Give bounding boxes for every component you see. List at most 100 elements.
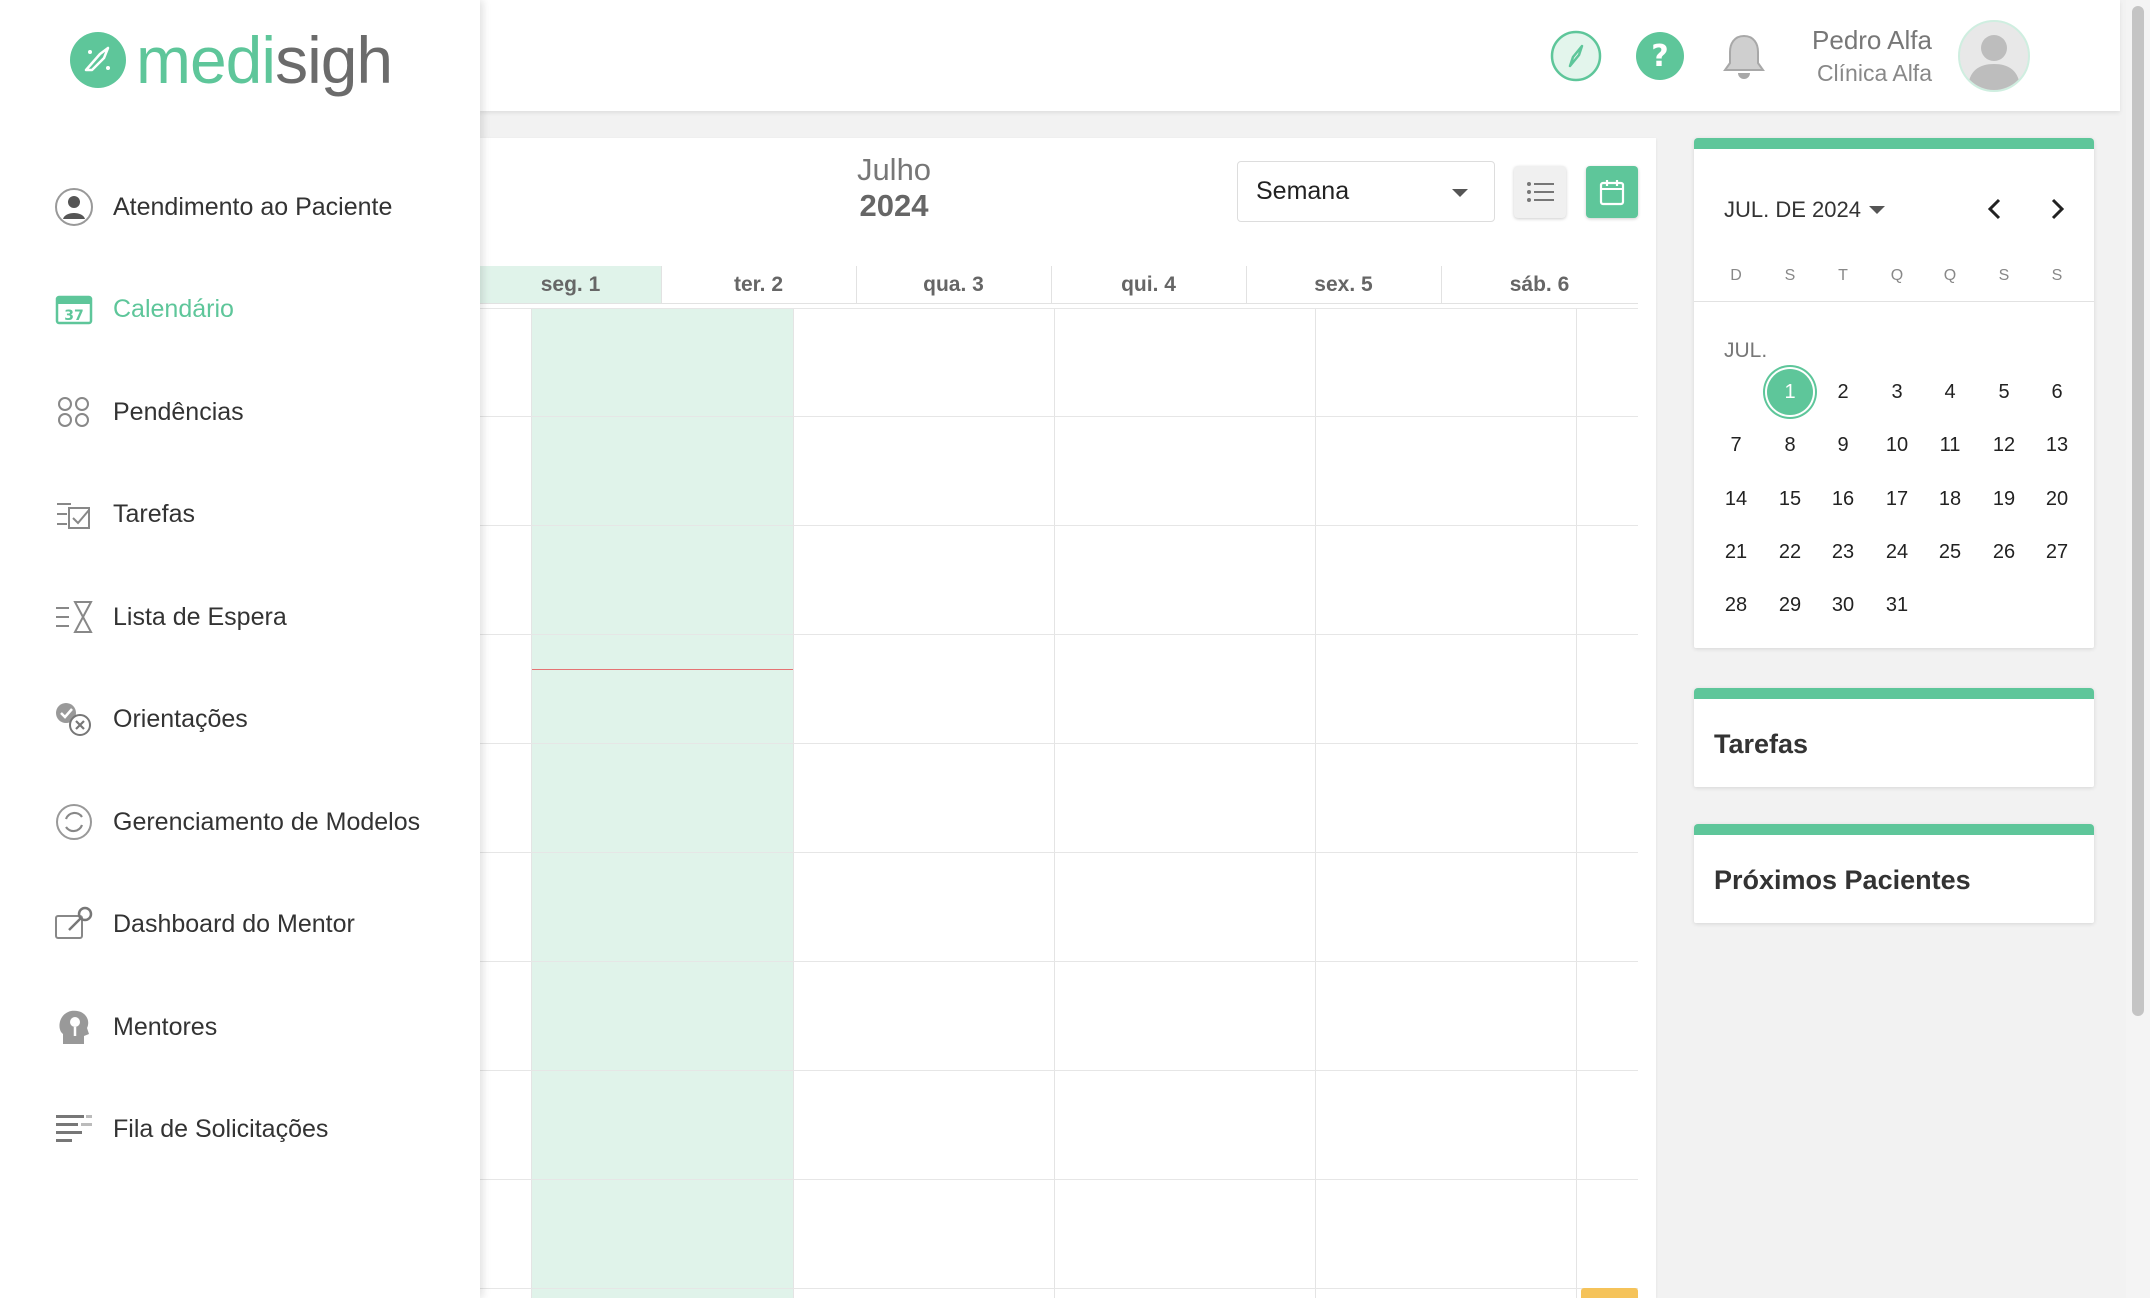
mini-calendar-day[interactable]: 20 xyxy=(2034,476,2080,522)
sidebar-item-calendar[interactable]: 37 Calendário xyxy=(0,259,480,362)
page-scrollbar[interactable] xyxy=(2126,0,2150,1298)
sidebar-item-refresh-doc[interactable]: Gerenciamento de Modelos xyxy=(0,771,480,874)
mini-calendar-day[interactable]: 13 xyxy=(2034,422,2080,468)
mini-calendar-day[interactable]: 14 xyxy=(1713,476,1759,522)
mini-calendar-month-select[interactable]: JUL. DE 2024 xyxy=(1724,197,1885,223)
divider xyxy=(1441,266,1442,304)
mini-calendar-day[interactable]: 12 xyxy=(1981,422,2027,468)
mini-calendar-day[interactable]: 22 xyxy=(1767,529,1813,575)
check-x-icon xyxy=(52,698,96,742)
avatar[interactable] xyxy=(1958,19,2030,92)
mini-calendar-day[interactable]: 30 xyxy=(1820,582,1866,628)
next-patients-panel-title: Próximos Pacientes xyxy=(1714,865,1971,895)
day-header[interactable]: ter. 2 xyxy=(661,266,856,304)
previous-month-button[interactable] xyxy=(1974,189,2014,229)
mini-calendar-day[interactable]: 8 xyxy=(1767,422,1813,468)
sidebar-item-check-x[interactable]: Orientações xyxy=(0,669,480,772)
sidebar-item-key-dashboard[interactable]: Dashboard do Mentor xyxy=(0,874,480,977)
svg-text:?: ? xyxy=(1651,39,1668,74)
mini-calendar-day[interactable]: 6 xyxy=(2034,369,2080,415)
mini-calendar-day[interactable]: 17 xyxy=(1874,476,1920,522)
day-header[interactable]: qui. 4 xyxy=(1051,266,1246,304)
sidebar-item-queue-list[interactable]: Fila de Solicitações xyxy=(0,1079,480,1182)
mini-calendar-day[interactable]: 29 xyxy=(1767,582,1813,628)
mini-calendar-day[interactable]: 27 xyxy=(2034,529,2080,575)
user-info[interactable]: Pedro Alfa Clínica Alfa xyxy=(1812,23,1932,89)
mini-calendar-day[interactable]: 11 xyxy=(1927,422,1973,468)
sidebar-item-hourglass-list[interactable]: Lista de Espera xyxy=(0,566,480,669)
tasks-panel: Tarefas xyxy=(1694,688,2094,787)
sidebar-item-mentor-head[interactable]: Mentores xyxy=(0,976,480,1079)
mini-calendar-title: JUL. DE 2024 xyxy=(1724,197,1861,222)
day-header[interactable]: qua. 3 xyxy=(856,266,1051,304)
mini-calendar-day[interactable]: 26 xyxy=(1981,529,2027,575)
sidebar-item-label: Calendário xyxy=(113,295,234,324)
weekday-label: S xyxy=(1784,267,1796,284)
grid-hour-line xyxy=(480,852,1638,853)
sidebar-item-label: Mentores xyxy=(113,1012,218,1041)
mini-calendar-day[interactable]: 16 xyxy=(1820,476,1866,522)
patient-care-icon xyxy=(52,185,96,229)
today-column xyxy=(531,308,793,1298)
next-month-button[interactable] xyxy=(2038,189,2078,229)
mini-calendar-day[interactable]: 19 xyxy=(1981,476,2027,522)
mini-calendar-day[interactable]: 23 xyxy=(1820,529,1866,575)
list-view-button[interactable] xyxy=(1514,166,1566,218)
logo-text: medisigh xyxy=(136,23,393,97)
key-dashboard-icon xyxy=(52,903,96,947)
scrollbar-thumb[interactable] xyxy=(2132,6,2144,1016)
mini-calendar-day[interactable]: 25 xyxy=(1927,529,1973,575)
divider xyxy=(1694,301,2094,302)
mini-calendar-day[interactable]: 9 xyxy=(1820,422,1866,468)
grid-hour-line xyxy=(480,525,1638,526)
divider xyxy=(1246,266,1247,304)
sidebar-item-label: Dashboard do Mentor xyxy=(113,910,355,939)
mini-calendar-day[interactable]: 2 xyxy=(1820,369,1866,415)
calendar-view-button[interactable] xyxy=(1586,166,1638,218)
grid-hour-line xyxy=(480,961,1638,962)
sidebar-item-label: Lista de Espera xyxy=(113,602,287,631)
sidebar-item-patient-care[interactable]: Atendimento ao Paciente xyxy=(0,156,480,259)
week-calendar: Julho 2024 Semana seg. 1 ter. 2 qua. 3 qui.… xyxy=(480,138,1656,1298)
mini-calendar-day[interactable]: 31 xyxy=(1874,582,1920,628)
grid-column-line xyxy=(531,308,532,1298)
sidebar-item-tasks[interactable]: Tarefas xyxy=(0,464,480,567)
mini-calendar-day[interactable]: 15 xyxy=(1767,476,1813,522)
mini-calendar-day[interactable]: 10 xyxy=(1874,422,1920,468)
day-header[interactable]: sáb. 6 xyxy=(1441,266,1638,304)
logo[interactable]: medisigh xyxy=(70,22,393,98)
mini-calendar-day[interactable]: 18 xyxy=(1927,476,1973,522)
mini-calendar-day[interactable]: 24 xyxy=(1874,529,1920,575)
selected-day[interactable]: 1 xyxy=(1767,369,1813,415)
grid-hour-line xyxy=(480,634,1638,635)
day-header[interactable]: sex. 5 xyxy=(1246,266,1441,304)
mini-calendar: JUL. DE 2024 JUL. D S T Q Q S S 1 2 3 4 5 6 7 8 9 10 11 12… xyxy=(1694,138,2094,648)
month-name: Julho xyxy=(856,152,932,187)
day-header[interactable]: seg. 1 xyxy=(480,266,661,304)
grid-column-line xyxy=(1315,308,1316,1298)
view-select[interactable]: Semana xyxy=(1237,161,1495,222)
sidebar-item-pending[interactable]: Pendências xyxy=(0,361,480,464)
week-grid[interactable] xyxy=(480,308,1638,1298)
mini-calendar-day[interactable]: 21 xyxy=(1713,529,1759,575)
weekday-label: S xyxy=(2051,267,2063,284)
help-icon[interactable]: ? xyxy=(1634,30,1686,82)
grid-column-line xyxy=(793,308,794,1298)
mini-calendar-day[interactable]: 3 xyxy=(1874,369,1920,415)
bell-icon[interactable] xyxy=(1718,30,1770,82)
compass-icon[interactable] xyxy=(1550,30,1602,82)
mini-calendar-day[interactable]: 28 xyxy=(1713,582,1759,628)
mini-calendar-day[interactable]: 5 xyxy=(1981,369,2027,415)
clinic-name: Clínica Alfa xyxy=(1816,59,1932,86)
mini-calendar-day[interactable]: 4 xyxy=(1927,369,1973,415)
weekday-label: Q xyxy=(1943,267,1957,284)
divider xyxy=(856,266,857,304)
sidebar-item-label: Atendimento ao Paciente xyxy=(113,192,393,221)
user-name: Pedro Alfa xyxy=(1812,24,1932,55)
mini-calendar-day[interactable]: 7 xyxy=(1713,422,1759,468)
grid-column-line xyxy=(1576,308,1577,1298)
month-year: 2024 xyxy=(859,188,929,223)
grid-hour-line xyxy=(480,416,1638,417)
divider xyxy=(1051,266,1052,304)
event-chip[interactable] xyxy=(1581,1288,1638,1298)
